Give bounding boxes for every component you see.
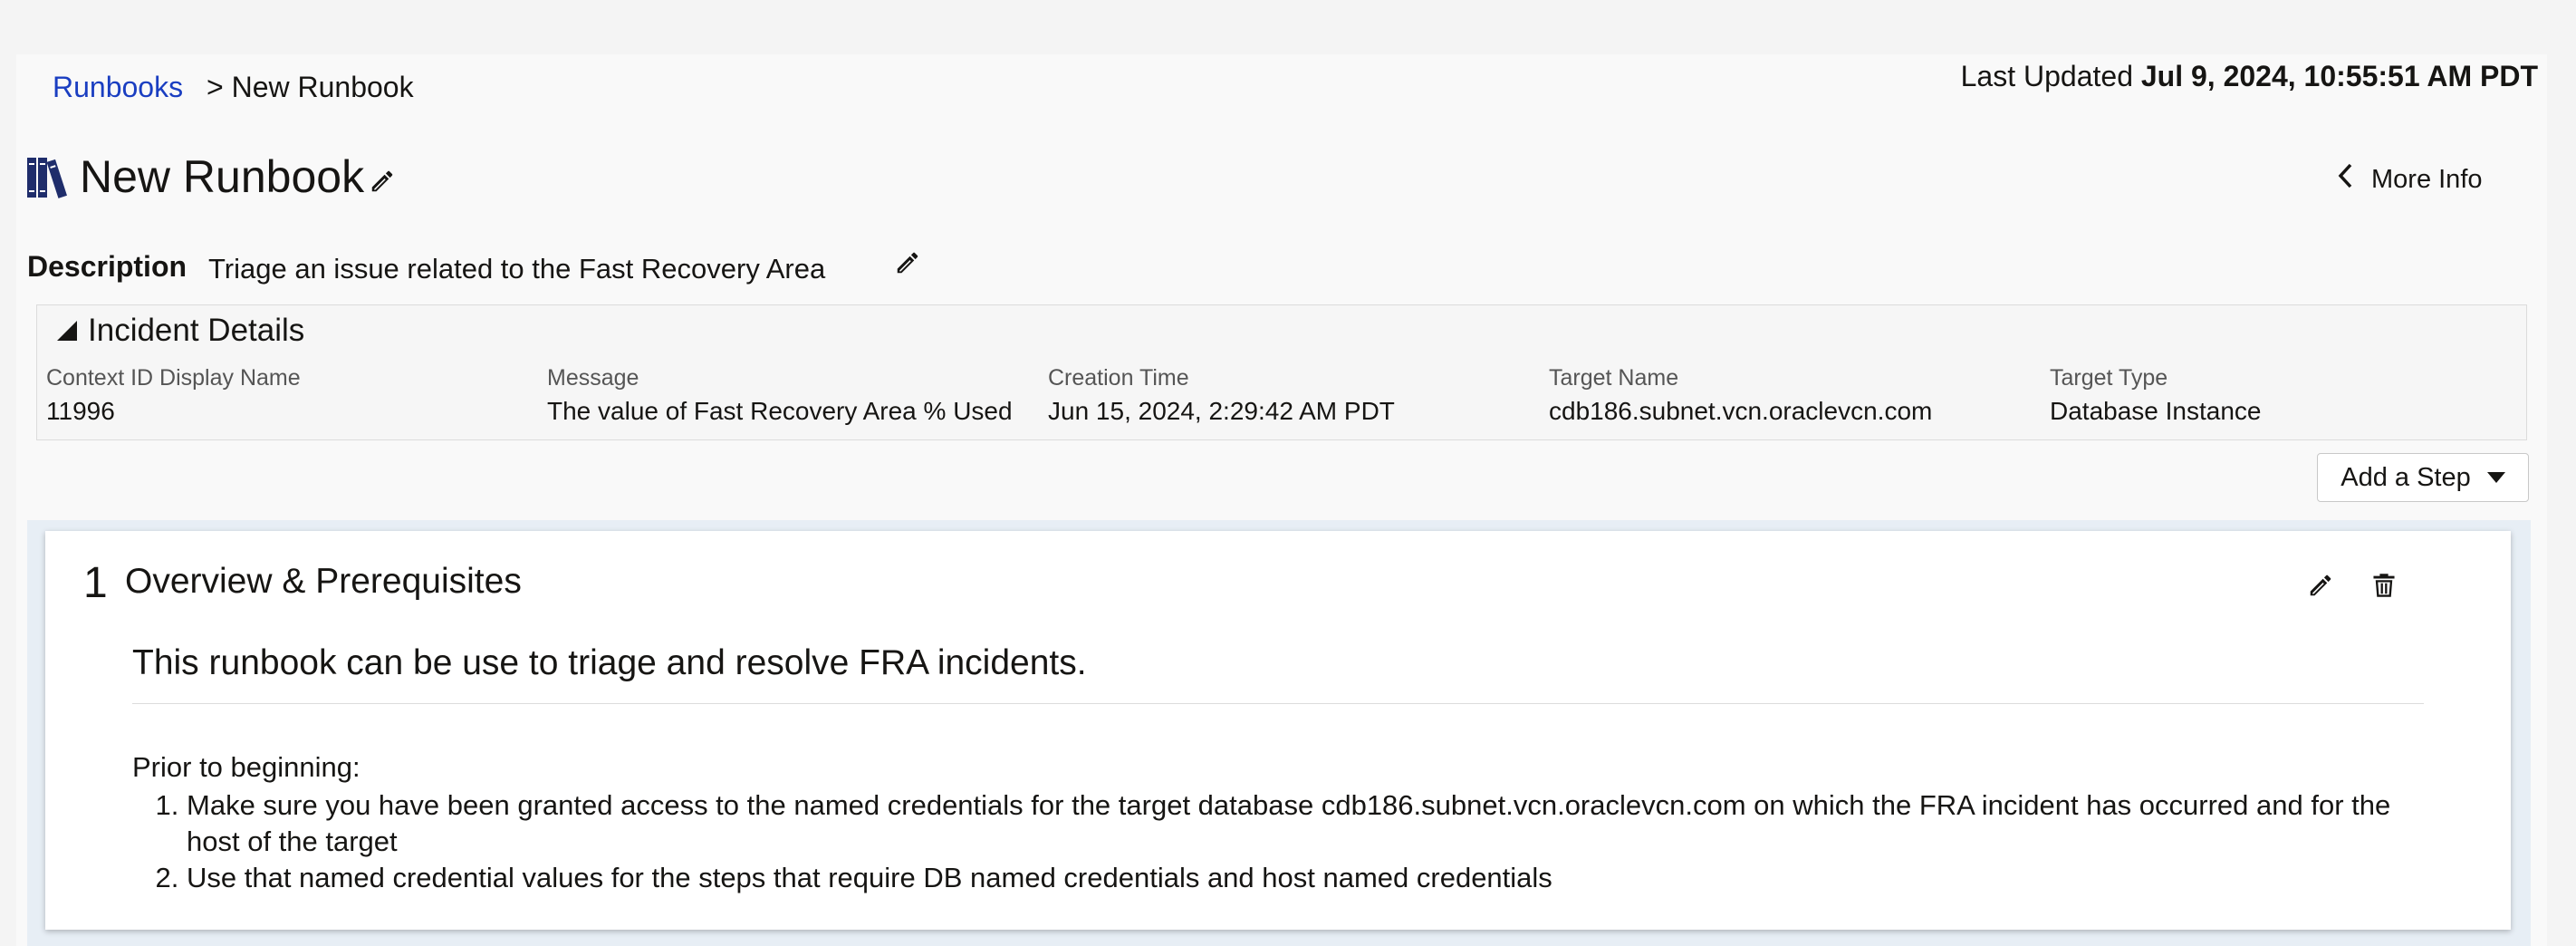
incident-details-title: Incident Details bbox=[88, 313, 305, 348]
step-heading: This runbook can be use to triage and re… bbox=[132, 643, 2424, 704]
incident-field-creation-time: Creation Time Jun 15, 2024, 2:29:42 AM P… bbox=[1048, 365, 1528, 426]
step-number: 1 bbox=[83, 559, 108, 607]
field-value: Database Instance bbox=[2050, 397, 2262, 425]
incident-field-message: Message The value of Fast Recovery Area … bbox=[547, 365, 1027, 426]
step-title: Overview & Prerequisites bbox=[125, 562, 522, 601]
field-value: 11996 bbox=[46, 397, 115, 425]
field-value: Jun 15, 2024, 2:29:42 AM PDT bbox=[1048, 397, 1395, 425]
chevron-left-icon bbox=[2337, 162, 2355, 197]
field-value: cdb186.subnet.vcn.oraclevcn.com bbox=[1549, 397, 1933, 425]
collapse-triangle-icon bbox=[57, 321, 77, 341]
more-info-label: More Info bbox=[2371, 164, 2483, 194]
edit-step-icon[interactable] bbox=[2301, 565, 2341, 605]
list-item: Make sure you have been granted access t… bbox=[187, 787, 2424, 860]
incident-field-target-type: Target Type Database Instance bbox=[2050, 365, 2530, 426]
prerequisite-list: Make sure you have been granted access t… bbox=[132, 787, 2424, 896]
step-body: This runbook can be use to triage and re… bbox=[132, 643, 2424, 896]
list-item: Use that named credential values for the… bbox=[187, 860, 2424, 896]
last-updated-value: Jul 9, 2024, 10:55:51 AM PDT bbox=[2140, 60, 2538, 92]
description-label: Description bbox=[27, 250, 187, 283]
breadcrumb-current: > New Runbook bbox=[207, 71, 414, 103]
incident-details-panel: Incident Details Context ID Display Name… bbox=[36, 304, 2527, 440]
breadcrumb-runbooks-link[interactable]: Runbooks bbox=[53, 71, 183, 104]
caret-down-icon bbox=[2486, 472, 2505, 483]
page-title: New Runbook bbox=[80, 151, 365, 202]
edit-title-icon[interactable] bbox=[362, 161, 402, 201]
last-updated-label: Last Updated bbox=[1960, 60, 2133, 92]
step-card: 1 Overview & Prerequisites This runbook … bbox=[45, 531, 2511, 930]
edit-description-icon[interactable] bbox=[888, 243, 928, 283]
more-info-button[interactable]: More Info bbox=[2337, 159, 2483, 199]
field-label: Message bbox=[547, 365, 639, 391]
description-value: Triage an issue related to the Fast Reco… bbox=[208, 253, 826, 285]
field-label: Target Type bbox=[2050, 365, 2168, 391]
incident-field-target-name: Target Name cdb186.subnet.vcn.oraclevcn.… bbox=[1549, 365, 2029, 426]
incident-details-toggle[interactable]: Incident Details bbox=[57, 313, 304, 349]
field-value: The value of Fast Recovery Area % Used bbox=[547, 397, 1013, 425]
field-label: Creation Time bbox=[1048, 365, 1189, 391]
add-step-label: Add a Step bbox=[2341, 462, 2471, 492]
books-icon bbox=[25, 154, 72, 201]
last-updated: Last Updated Jul 9, 2024, 10:55:51 AM PD… bbox=[1961, 60, 2538, 93]
field-label: Context ID Display Name bbox=[46, 365, 301, 391]
field-label: Target Name bbox=[1549, 365, 1679, 391]
incident-field-context-id: Context ID Display Name 11996 bbox=[46, 365, 526, 426]
delete-step-icon[interactable] bbox=[2364, 565, 2404, 605]
add-step-button[interactable]: Add a Step bbox=[2317, 453, 2529, 502]
prerequisite-intro: Prior to beginning: bbox=[132, 751, 360, 783]
